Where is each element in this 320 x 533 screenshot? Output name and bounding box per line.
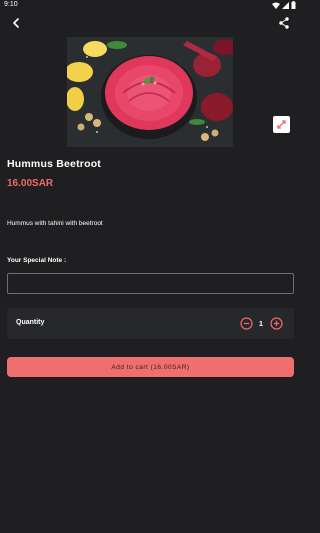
battery-icon — [291, 1, 296, 9]
arrow-back-icon[interactable] — [9, 16, 23, 30]
product-title: Hummus Beetroot — [7, 158, 102, 170]
app-bar — [0, 11, 300, 35]
product-description: Hummus with tahini with beetroot — [7, 220, 103, 227]
special-note-input[interactable] — [7, 273, 294, 294]
add-to-cart-button[interactable]: Add to cart (16.00SAR) — [7, 357, 294, 377]
signal-icon — [282, 1, 289, 9]
hummus-photo — [67, 37, 233, 147]
plus-circle-icon[interactable] — [270, 317, 283, 330]
expand-icon — [277, 120, 286, 129]
quantity-value: 1 — [258, 319, 264, 328]
expand-image-button[interactable] — [273, 116, 290, 133]
minus-circle-icon[interactable] — [240, 317, 253, 330]
quantity-label: Quantity — [16, 319, 45, 326]
wifi-icon — [272, 2, 280, 9]
product-image — [67, 37, 233, 147]
share-icon[interactable] — [277, 16, 291, 30]
status-bar: 9:10 — [0, 0, 300, 11]
status-time: 9:10 — [4, 1, 18, 8]
product-price: 16.00SAR — [7, 178, 54, 189]
special-note-label: Your Special Note : — [7, 257, 67, 264]
quantity-card: Quantity 1 — [7, 308, 294, 339]
status-icons — [272, 1, 296, 9]
